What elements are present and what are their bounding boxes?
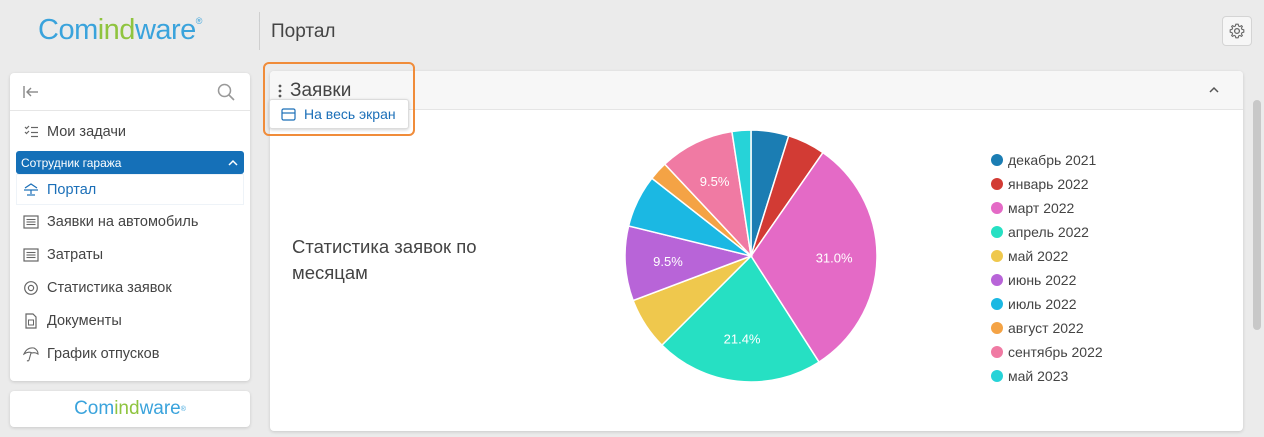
legend-label: август 2022 xyxy=(1008,320,1084,336)
settings-button[interactable] xyxy=(1222,16,1252,46)
legend-label: май 2022 xyxy=(1008,248,1069,264)
chart-legend: декабрь 2021 январь 2022 март 2022 апрель 2… xyxy=(991,148,1103,388)
legend-item[interactable]: апрель 2022 xyxy=(991,220,1103,244)
pie-data-label: 21.4% xyxy=(724,332,761,347)
sidebar-group-header[interactable]: Сотрудник гаража xyxy=(16,151,244,174)
legend-item[interactable]: май 2022 xyxy=(991,244,1103,268)
legend-swatch xyxy=(991,178,1003,190)
sidebar-item-car-requests[interactable]: Заявки на автомобиль xyxy=(10,205,250,238)
sidebar-item-label: Статистика заявок xyxy=(47,279,172,296)
legend-item[interactable]: сентябрь 2022 xyxy=(991,340,1103,364)
sidebar-item-portal[interactable]: Портал xyxy=(16,174,244,205)
legend-item[interactable]: июнь 2022 xyxy=(991,268,1103,292)
sidebar-item-expenses[interactable]: Затраты xyxy=(10,238,250,271)
task-list-icon xyxy=(23,124,39,140)
widget-header: Заявки xyxy=(270,71,1243,110)
page-title: Портал xyxy=(271,21,336,42)
fullscreen-button[interactable]: На весь экран xyxy=(269,99,409,129)
umbrella-icon xyxy=(23,346,39,362)
legend-item[interactable]: декабрь 2021 xyxy=(991,148,1103,172)
sidebar-item-request-statistics[interactable]: Статистика заявок xyxy=(10,271,250,304)
sidebar-item-label: Документы xyxy=(47,312,122,329)
fullscreen-icon xyxy=(281,107,296,121)
pie-chart: 31.0% 21.4% 9.5% 9.5% xyxy=(624,129,878,383)
pie-data-label: 31.0% xyxy=(816,251,853,266)
legend-label: сентябрь 2022 xyxy=(1008,344,1103,360)
sidebar-item-vacation-schedule[interactable]: График отпусков xyxy=(10,337,250,370)
header-divider xyxy=(259,12,260,50)
sidebar-item-label: Заявки на автомобиль xyxy=(47,213,199,230)
legend-label: март 2022 xyxy=(1008,200,1075,216)
list-icon xyxy=(23,214,39,230)
comindware-logo[interactable]: Comindware® xyxy=(38,14,202,47)
sidebar-header xyxy=(10,73,250,111)
legend-swatch xyxy=(991,298,1003,310)
legend-swatch xyxy=(991,346,1003,358)
legend-label: апрель 2022 xyxy=(1008,224,1089,240)
sidebar-group-label: Сотрудник гаража xyxy=(21,155,122,170)
sidebar-item-label: Затраты xyxy=(47,246,104,263)
sidebar-item-my-tasks[interactable]: Мои задачи xyxy=(10,115,250,148)
legend-label: декабрь 2021 xyxy=(1008,152,1097,168)
legend-swatch xyxy=(991,322,1003,334)
collapse-left-icon[interactable] xyxy=(22,84,40,100)
target-icon xyxy=(23,280,39,296)
legend-label: январь 2022 xyxy=(1008,176,1089,192)
portal-icon xyxy=(23,182,39,198)
top-bar: Comindware® Портал xyxy=(0,0,1264,64)
legend-item[interactable]: январь 2022 xyxy=(991,172,1103,196)
legend-swatch xyxy=(991,202,1003,214)
sidebar-item-label: График отпусков xyxy=(47,345,160,362)
sidebar-item-label: Портал xyxy=(47,181,97,198)
legend-label: июнь 2022 xyxy=(1008,272,1077,288)
sidebar-item-label: Мои задачи xyxy=(47,123,127,140)
chevron-up-icon xyxy=(228,159,238,166)
fullscreen-label: На весь экран xyxy=(304,106,396,122)
page-scrollbar[interactable] xyxy=(1253,100,1261,330)
legend-swatch xyxy=(991,274,1003,286)
legend-swatch xyxy=(991,154,1003,166)
legend-item[interactable]: июль 2022 xyxy=(991,292,1103,316)
legend-swatch xyxy=(991,226,1003,238)
chart-title: Статистика заявок по месяцам xyxy=(292,236,477,283)
chevron-up-icon[interactable] xyxy=(1207,83,1221,97)
gear-icon xyxy=(1229,23,1245,39)
pie-data-label: 9.5% xyxy=(653,254,683,269)
pie-data-label: 9.5% xyxy=(700,174,730,189)
document-icon xyxy=(23,312,39,329)
list-icon xyxy=(23,247,39,263)
legend-label: май 2023 xyxy=(1008,368,1069,384)
legend-item[interactable]: март 2022 xyxy=(991,196,1103,220)
legend-item[interactable]: май 2023 xyxy=(991,364,1103,388)
sidebar: Мои задачи Сотрудник гаража Портал Заявк… xyxy=(10,73,250,381)
sidebar-item-documents[interactable]: Документы xyxy=(10,304,250,337)
legend-swatch xyxy=(991,370,1003,382)
search-icon[interactable] xyxy=(216,82,236,102)
legend-swatch xyxy=(991,250,1003,262)
legend-label: июль 2022 xyxy=(1008,296,1077,312)
legend-item[interactable]: август 2022 xyxy=(991,316,1103,340)
sidebar-footer-logo[interactable]: Com ind ware ® xyxy=(10,391,250,427)
